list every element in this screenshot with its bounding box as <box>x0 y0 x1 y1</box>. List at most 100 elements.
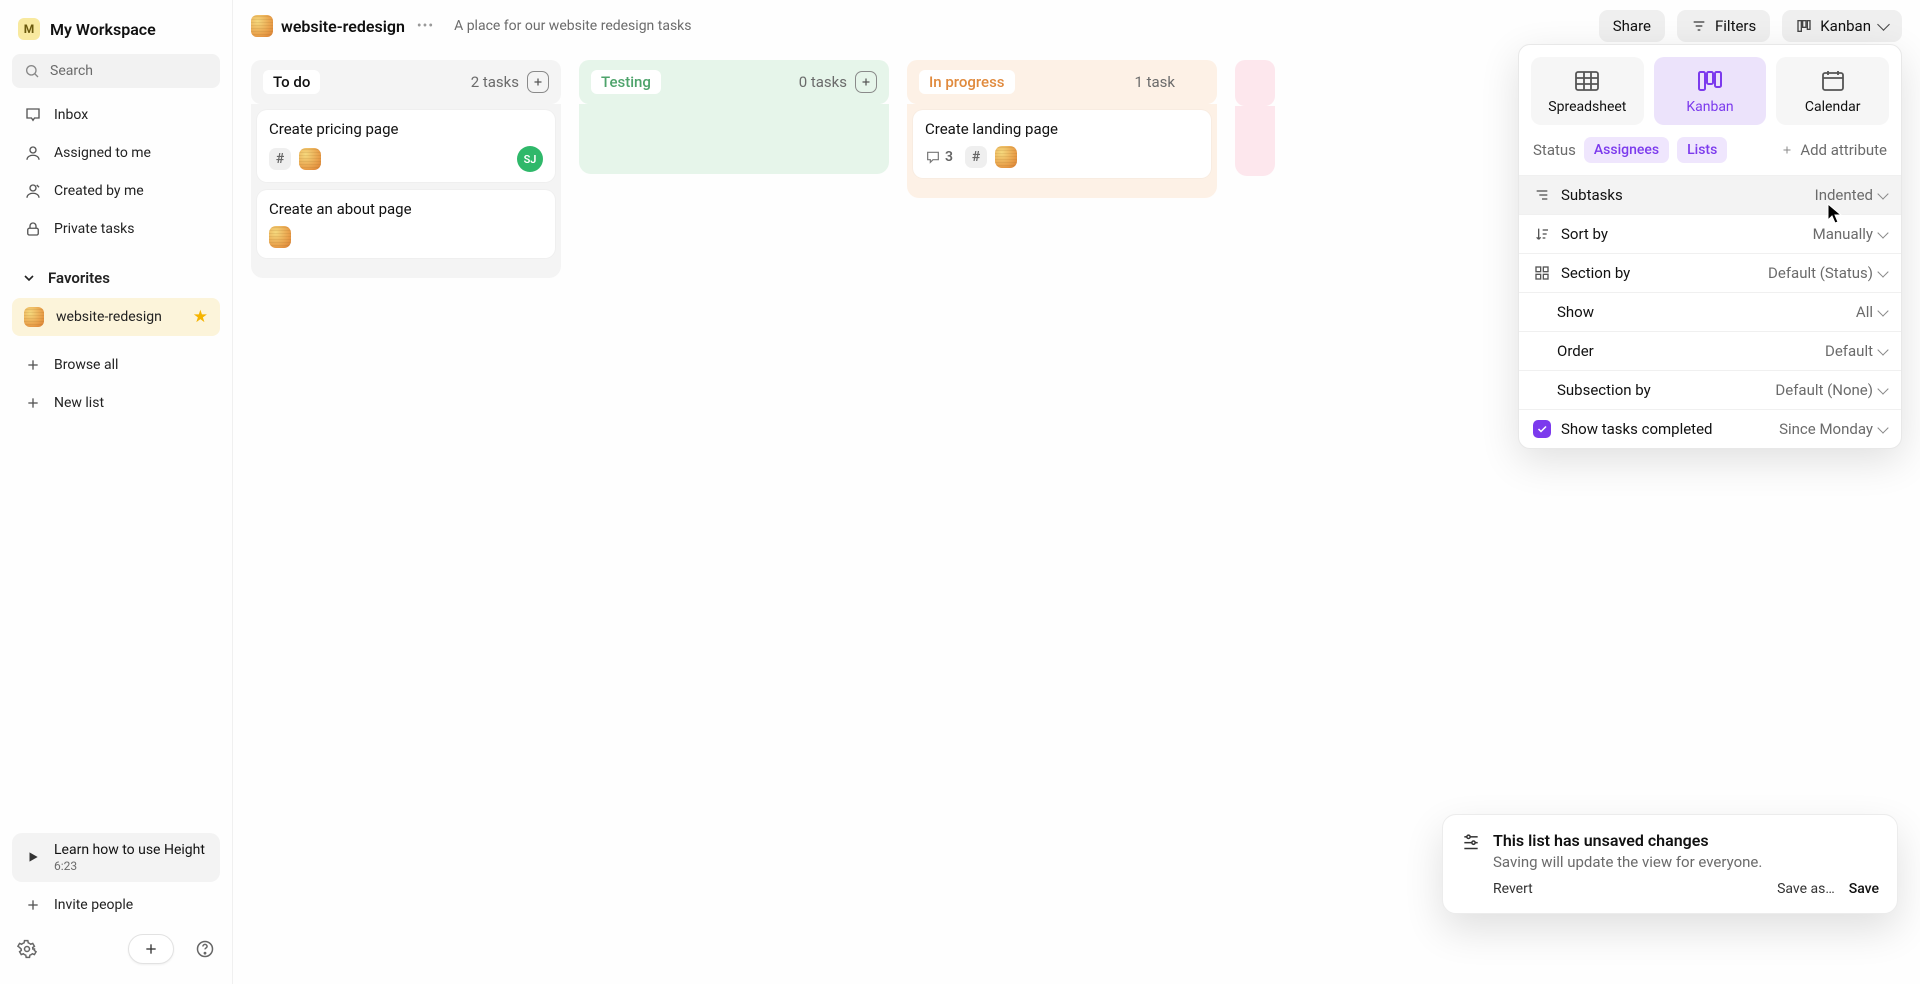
checkbox-checked-icon[interactable] <box>1533 420 1551 438</box>
task-title: Create landing page <box>925 120 1199 138</box>
add-attribute-button[interactable]: Add attribute <box>1780 141 1887 159</box>
avatar[interactable]: SJ <box>517 146 543 172</box>
task-card[interactable]: Create landing page 3 # <box>913 110 1211 178</box>
add-task-button[interactable] <box>855 71 877 93</box>
option-value[interactable]: All <box>1856 303 1887 321</box>
option-label: Subtasks <box>1561 186 1623 204</box>
sidebar-item-created[interactable]: Created by me <box>12 173 220 209</box>
sidebar-item-assigned[interactable]: Assigned to me <box>12 135 220 171</box>
option-value[interactable]: Default <box>1825 342 1887 360</box>
learn-height-promo[interactable]: Learn how to use Height 6:23 <box>12 833 220 882</box>
view-tile-label: Kanban <box>1686 99 1733 115</box>
task-card[interactable]: Create pricing page # SJ <box>257 110 555 182</box>
column-count: 1 task <box>1134 73 1183 91</box>
sidebar-item-invite[interactable]: Invite people <box>12 887 220 923</box>
column-header: In progress 1 task <box>907 60 1217 104</box>
share-button[interactable]: Share <box>1599 10 1665 42</box>
assigned-icon <box>24 144 42 162</box>
option-value[interactable]: Since Monday <box>1779 420 1887 438</box>
view-calendar-tile[interactable]: Calendar <box>1776 57 1889 125</box>
option-value[interactable]: Indented <box>1815 186 1887 204</box>
play-icon <box>24 848 42 866</box>
spreadsheet-icon <box>1573 69 1601 93</box>
topbar: website-redesign ••• A place for our web… <box>233 0 1920 44</box>
sidebar-item-new-list[interactable]: New list <box>12 385 220 421</box>
save-as-button[interactable]: Save as… <box>1777 881 1835 897</box>
new-task-button[interactable] <box>128 934 174 964</box>
attr-chip-assignees[interactable]: Assignees <box>1584 137 1669 163</box>
list-chip[interactable] <box>995 146 1017 168</box>
kanban-icon <box>1696 69 1724 93</box>
sidebar: M My Workspace Search Inbox Assigned to … <box>0 0 233 984</box>
option-show[interactable]: Show All <box>1519 292 1901 331</box>
view-tile-label: Spreadsheet <box>1548 99 1626 115</box>
option-sort-by[interactable]: Sort by Manually <box>1519 214 1901 253</box>
task-title: Create pricing page <box>269 120 543 138</box>
workspace-switcher[interactable]: M My Workspace <box>8 10 224 48</box>
sidebar-item-label: website-redesign <box>56 309 162 325</box>
column-done <box>1235 60 1275 284</box>
inbox-icon <box>24 106 42 124</box>
revert-button[interactable]: Revert <box>1493 881 1533 897</box>
sidebar-item-browse-all[interactable]: Browse all <box>12 347 220 383</box>
attr-chip-lists[interactable]: Lists <box>1677 137 1727 163</box>
section-icon <box>1533 264 1551 282</box>
main-content: website-redesign ••• A place for our web… <box>233 0 1920 984</box>
save-button[interactable]: Save <box>1849 881 1879 897</box>
settings-icon[interactable] <box>16 938 38 960</box>
column-name[interactable]: Testing <box>591 70 661 94</box>
lock-icon <box>24 220 42 238</box>
help-icon[interactable] <box>194 938 216 960</box>
view-switcher-button[interactable]: Kanban <box>1782 10 1902 42</box>
column-name[interactable]: To do <box>263 70 320 94</box>
chevron-down-icon <box>22 271 36 285</box>
view-kanban-tile[interactable]: Kanban <box>1654 57 1767 125</box>
option-value[interactable]: Manually <box>1813 225 1887 243</box>
sidebar-item-website-redesign[interactable]: website-redesign ★ <box>12 298 220 336</box>
sidebar-item-label: Private tasks <box>54 221 135 237</box>
list-chip[interactable] <box>299 148 321 170</box>
toast-title: This list has unsaved changes <box>1493 831 1709 850</box>
search-input[interactable]: Search <box>12 54 220 88</box>
column-todo: To do 2 tasks Create pricing page # SJ <box>251 60 561 284</box>
breadcrumb[interactable]: website-redesign ••• A place for our web… <box>251 15 692 37</box>
view-spreadsheet-tile[interactable]: Spreadsheet <box>1531 57 1644 125</box>
calendar-icon <box>1819 69 1847 93</box>
option-subtasks[interactable]: Subtasks Indented <box>1519 175 1901 214</box>
option-label: Section by <box>1561 264 1630 282</box>
comments-count: 3 <box>945 149 953 165</box>
filters-button[interactable]: Filters <box>1677 10 1770 42</box>
column-count: 2 tasks <box>471 73 527 91</box>
view-settings-popover: Spreadsheet Kanban Calendar Status Assig… <box>1518 44 1902 449</box>
star-icon[interactable]: ★ <box>193 307 208 327</box>
comments-chip[interactable]: 3 <box>925 146 957 168</box>
promo-title: Learn how to use Height <box>54 842 205 859</box>
sidebar-item-label: Browse all <box>54 357 118 373</box>
more-icon[interactable]: ••• <box>413 18 438 34</box>
sidebar-heading-favorites[interactable]: Favorites <box>12 260 220 296</box>
option-value[interactable]: Default (None) <box>1775 381 1887 399</box>
sidebar-item-inbox[interactable]: Inbox <box>12 97 220 133</box>
option-show-completed[interactable]: Show tasks completed Since Monday <box>1519 409 1901 448</box>
list-chip[interactable] <box>269 226 291 248</box>
option-value[interactable]: Default (Status) <box>1768 264 1887 282</box>
option-section-by[interactable]: Section by Default (Status) <box>1519 253 1901 292</box>
column-count: 0 tasks <box>799 73 855 91</box>
status-label: Status <box>1533 141 1576 159</box>
unsaved-changes-toast: This list has unsaved changes Saving wil… <box>1442 814 1898 914</box>
task-card[interactable]: Create an about page <box>257 190 555 258</box>
task-title: Create an about page <box>269 200 543 218</box>
add-task-button[interactable] <box>527 71 549 93</box>
option-order[interactable]: Order Default <box>1519 331 1901 370</box>
list-description[interactable]: A place for our website redesign tasks <box>454 18 691 34</box>
sidebar-item-label: New list <box>54 395 104 411</box>
sliders-icon <box>1461 831 1481 851</box>
sidebar-bottom-row <box>8 924 224 974</box>
option-subsection-by[interactable]: Subsection by Default (None) <box>1519 370 1901 409</box>
hash-chip[interactable]: # <box>965 146 987 168</box>
sidebar-item-private[interactable]: Private tasks <box>12 211 220 247</box>
subtasks-icon <box>1533 186 1551 204</box>
hash-chip[interactable]: # <box>269 148 291 170</box>
sidebar-item-label: Inbox <box>54 107 88 123</box>
column-name[interactable]: In progress <box>919 70 1015 94</box>
